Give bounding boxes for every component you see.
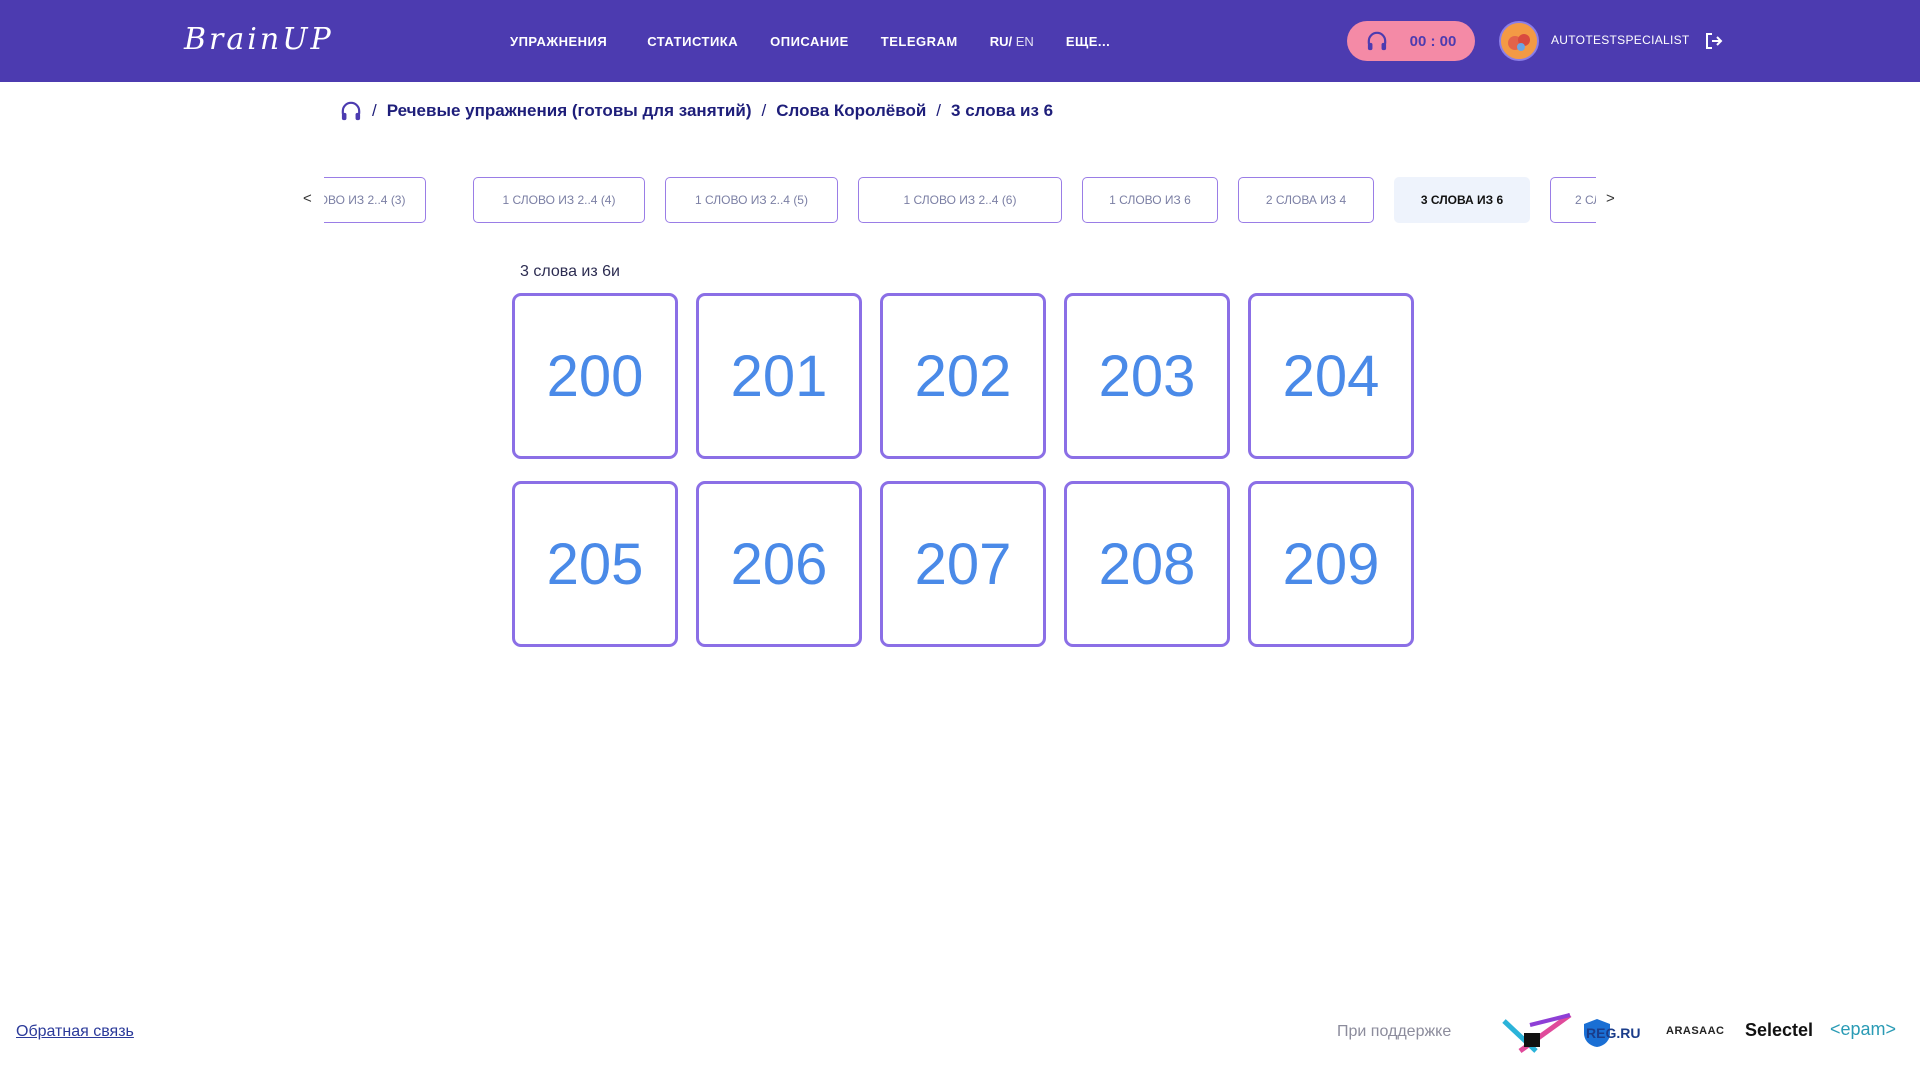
exercise-card[interactable]: 204 (1248, 293, 1414, 459)
tab-1-word-of-2-4-6[interactable]: 1 СЛОВО ИЗ 2..4 (6) (858, 177, 1062, 223)
support-label: При поддержке (1337, 1023, 1452, 1040)
timer-value: 00 : 00 (1409, 32, 1457, 50)
exercise-card[interactable]: 201 (696, 293, 862, 459)
breadcrumb-speech-exercises[interactable]: Речевые упражнения (готовы для занятий) (387, 101, 752, 121)
username[interactable]: AUTOTESTSPECIALIST (1551, 33, 1690, 47)
headphones-icon[interactable] (340, 101, 362, 121)
carousel-prev-button[interactable]: < (303, 190, 312, 207)
tab-1-word-of-2-4-3[interactable]: 1 СЛОВО ИЗ 2..4 (3) (324, 177, 426, 223)
exercise-card[interactable]: 209 (1248, 481, 1414, 647)
tabs-viewport: 1 СЛОВО ИЗ 2..4 (3) 1 СЛОВО ИЗ 2..4 (4) … (324, 176, 1596, 226)
selectel-text: Selectel (1745, 1020, 1814, 1040)
carousel-next-button[interactable]: > (1606, 190, 1615, 207)
brainup-logo[interactable]: BrainUP (184, 22, 334, 57)
kids-logo-icon (1502, 1013, 1572, 1054)
nav-exercises[interactable]: УПРАЖНЕНИЯ (510, 34, 607, 49)
timer-badge[interactable]: 00 : 00 (1347, 21, 1475, 61)
logout-icon (1706, 33, 1723, 49)
breadcrumb: / Речевые упражнения (готовы для занятий… (340, 101, 1053, 121)
tab-1-word-of-2-4-5[interactable]: 1 СЛОВО ИЗ 2..4 (5) (665, 177, 838, 223)
lang-separator: / (1008, 33, 1013, 49)
epam-text: <epam> (1830, 1019, 1897, 1039)
logout-button[interactable] (1704, 31, 1724, 56)
exercise-subtitle: 3 слова из 6и (520, 263, 620, 280)
sponsor-logo-kids[interactable] (1500, 1013, 1572, 1055)
tab-2-words-of-4[interactable]: 2 СЛОВА ИЗ 4 (1238, 177, 1374, 223)
tab-1-word-of-6[interactable]: 1 СЛОВО ИЗ 6 (1082, 177, 1218, 223)
exercise-card[interactable]: 202 (880, 293, 1046, 459)
breadcrumb-separator: / (372, 101, 377, 120)
lang-ru[interactable]: RU (990, 34, 1009, 49)
nav-description[interactable]: ОПИСАНИЕ (770, 34, 849, 49)
breadcrumb-current: 3 слова из 6 (951, 101, 1054, 120)
breadcrumb-separator: / (761, 101, 767, 120)
sponsor-reg-ru[interactable]: REG.RU (1582, 1018, 1640, 1048)
nav-more[interactable]: ЕЩЕ... (1066, 34, 1110, 49)
language-switcher: RU/ EN (990, 34, 1034, 49)
feedback-link[interactable]: Обратная связь (16, 1023, 134, 1041)
exercise-card[interactable]: 203 (1064, 293, 1230, 459)
exercise-card[interactable]: 206 (696, 481, 862, 647)
nav-statistics[interactable]: СТАТИСТИКА (647, 34, 738, 49)
exercise-card[interactable]: 208 (1064, 481, 1230, 647)
sponsor-selectel[interactable]: Selectel (1745, 1020, 1813, 1041)
main-nav: УПРАЖНЕНИЯ СТАТИСТИКА ОПИСАНИЕ TELEGRAM … (510, 0, 1142, 82)
arasaac-text: ARASAAC (1666, 1025, 1725, 1037)
avatar-image (1501, 23, 1537, 59)
nav-telegram[interactable]: TELEGRAM (881, 34, 958, 49)
exercise-card[interactable]: 205 (512, 481, 678, 647)
lang-en[interactable]: EN (1016, 34, 1034, 49)
tab-3-words-of-6[interactable]: 3 СЛОВА ИЗ 6 (1394, 177, 1530, 223)
reg-ru-text: REG.RU (1586, 1025, 1641, 1041)
top-header: BrainUP УПРАЖНЕНИЯ СТАТИСТИКА ОПИСАНИЕ T… (0, 0, 1920, 82)
breadcrumb-separator: / (936, 101, 942, 120)
exercise-card[interactable]: 200 (512, 293, 678, 459)
sponsor-arasaac[interactable]: ARASAAC (1666, 1025, 1725, 1037)
exercise-card[interactable]: 207 (880, 481, 1046, 647)
headphones-icon (1367, 31, 1386, 51)
avatar[interactable] (1499, 21, 1539, 61)
breadcrumb-korolyova-words[interactable]: Слова Королёвой (776, 101, 926, 121)
sponsor-epam[interactable]: <epam> (1830, 1019, 1896, 1040)
tab-1-word-of-2-4-4[interactable]: 1 СЛОВО ИЗ 2..4 (4) (473, 177, 645, 223)
tab-2-words-of-6[interactable]: 2 СЛОВА ИЗ 6 (1550, 177, 1596, 223)
exercise-tabs-carousel: < 1 СЛОВО ИЗ 2..4 (3) 1 СЛОВО ИЗ 2..4 (4… (300, 176, 1620, 226)
